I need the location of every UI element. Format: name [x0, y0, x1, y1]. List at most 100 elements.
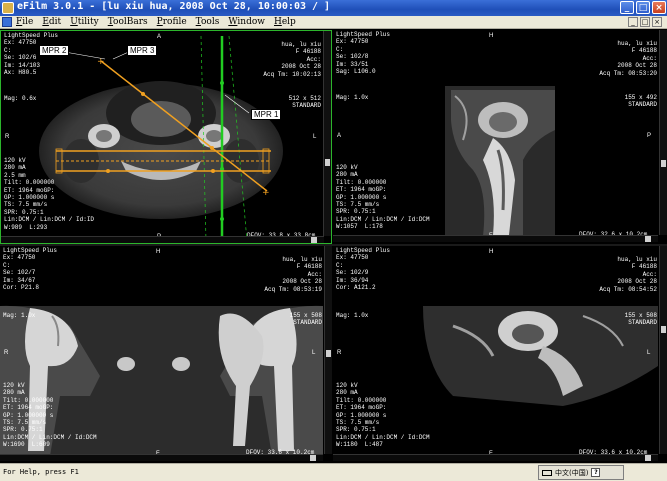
overlay-bottom-left-line: Lin:DCM / Lin:DCM / Id:ID	[4, 216, 95, 224]
overlay-bottom-left-line: Tilt: 0.000000	[3, 396, 54, 404]
menu-toolbars[interactable]: ToolBars	[108, 16, 148, 29]
document-icon[interactable]	[2, 17, 12, 27]
magnification: Mag: 0.6x	[4, 95, 37, 102]
overlay-mid-right-line: 155 x 492	[624, 94, 657, 101]
overlay-top-right-line: Acq Tm: 08:53:20	[599, 69, 657, 77]
overlay-top-left-line: LightSpeed Plus	[336, 31, 391, 38]
mpr1-label[interactable]: MPR 1	[251, 109, 282, 120]
viewport-axial[interactable]: + + MPR 2 MPR 3 MPR 1 LightSpeed Plus Ex:…	[0, 30, 332, 244]
overlay-bottom-left-line: Lin:DCM / Lin:DCM / Id:DCM	[3, 433, 97, 441]
overlay-bottom-left-line: 280 mA	[4, 164, 26, 172]
orient-right: L	[647, 350, 651, 356]
viewport-coronal-2[interactable]: LightSpeed Plus Ex: 47750 C: Se: 102/9 Im: 3…	[333, 246, 667, 463]
overlay-top-right: hua, lu xiu F 46188 Acc: 2008 Oct 28 Acq Tm:…	[263, 41, 321, 85]
orient-top: H	[489, 249, 494, 255]
help-icon[interactable]: ?	[591, 468, 601, 477]
menu-tools[interactable]: Tools	[196, 16, 220, 29]
overlay-bottom-left-line: TS: 7.5 mm/s	[3, 419, 47, 427]
overlay-bottom-left: 120 kV 280 mA Tilt: 0.000000 ET: 1964 moGP:…	[336, 164, 430, 231]
horizontal-scrollbar[interactable]	[0, 454, 323, 461]
mpr3-label[interactable]: MPR 3	[127, 45, 158, 56]
menu-edit[interactable]: Edit	[42, 16, 61, 29]
horizontal-scrollbar[interactable]	[333, 235, 658, 242]
overlay-bottom-left-line: 280 mA	[3, 389, 25, 397]
overlay-bottom-left-line: 2.5 mm	[4, 171, 26, 179]
svg-text:+: +	[262, 188, 270, 198]
menu-utility[interactable]: Utility	[70, 16, 99, 29]
overlay-mid-right-line: 155 x 508	[289, 312, 322, 319]
mdi-restore-button[interactable]: □	[640, 17, 650, 27]
overlay-top-left-line: Ex: 47750	[4, 39, 37, 47]
overlay-mid-right-line: STANDARD	[292, 102, 321, 110]
overlay-top-right-line	[264, 293, 322, 300]
overlay-top-right-line: Acc:	[642, 54, 657, 62]
overlay-bottom-left-line: Lin:DCM / Lin:DCM / Id:DCM	[336, 433, 430, 441]
overlay-top-right-line: 2008 Oct 28	[617, 278, 657, 286]
viewport-coronal-1[interactable]: LightSpeed Plus Ex: 47750 C: Se: 102/7 Im: 3…	[0, 246, 332, 463]
vertical-scrollbar[interactable]	[324, 246, 332, 454]
overlay-top-left-line: C:	[3, 261, 11, 269]
mdi-close-button[interactable]: ×	[652, 17, 662, 27]
overlay-bottom-left: 120 kV 280 mA Tilt: 0.000000 ET: 1964 moGP:…	[336, 382, 430, 449]
close-button[interactable]: ×	[652, 1, 666, 14]
overlay-bottom-left-line: ET: 1964 moGP:	[336, 186, 387, 194]
overlay-top-right-line	[263, 78, 321, 85]
ime-language-label: 中文(中国)	[555, 468, 589, 477]
vertical-scrollbar[interactable]	[659, 246, 667, 454]
minimize-button[interactable]: _	[620, 1, 634, 14]
menu-window[interactable]: Window	[228, 16, 265, 29]
menu-file[interactable]: File	[16, 16, 33, 29]
overlay-top-left-line: Ax: H80.5	[4, 69, 37, 77]
overlay-top-left: LightSpeed Plus Ex: 47750 C: Se: 102/9 Im: 3…	[336, 247, 390, 291]
vertical-scrollbar[interactable]	[323, 31, 331, 236]
overlay-bottom-left-line: W:1057 L:178	[336, 223, 383, 231]
language-bar[interactable]: 中文(中国) ?	[538, 465, 624, 480]
overlay-bottom-left-line: SPR: 0.75:1	[336, 208, 376, 216]
orient-left: A	[337, 133, 342, 139]
status-bar: For Help, press F1 中文(中国) ?	[0, 463, 667, 481]
overlay-mid-right-line: STANDARD	[628, 101, 657, 109]
menu-items: File Edit Utility ToolBars Profile Tools Windo…	[16, 16, 296, 29]
viewport-sagittal[interactable]: LightSpeed Plus Ex: 47750 C: Se: 102/8 Im: 3…	[333, 30, 667, 244]
orient-top: H	[156, 249, 161, 255]
overlay-top-right-line	[599, 77, 657, 84]
overlay-top-right-line: Acc:	[642, 270, 657, 278]
overlay-bottom-left-line: ET: 1964 moGP:	[336, 404, 387, 412]
overlay-top-left-line: C:	[4, 46, 12, 54]
overlay-bottom-left-line: Tilt: 0.000000	[4, 179, 55, 187]
orient-right: P	[647, 133, 652, 139]
overlay-bottom-left-line: 120 kV	[3, 382, 25, 389]
overlay-top-left-line: Im: 34/67	[3, 276, 36, 284]
overlay-bottom-left-line: ET: 1964 moGP:	[3, 404, 54, 412]
overlay-top-right-line: Acq Tm: 08:54:52	[599, 285, 657, 293]
overlay-mid-right-line: STANDARD	[628, 319, 657, 327]
overlay-top-right-line: hua, lu xiu	[617, 40, 657, 47]
maximize-button[interactable]: □	[636, 1, 650, 14]
overlay-top-right-line: hua, lu xiu	[281, 41, 321, 48]
overlay-top-left-line: Se: 102/7	[3, 269, 36, 277]
vertical-scrollbar[interactable]	[659, 30, 667, 235]
overlay-bottom-left-line: SPR: 0.75:1	[3, 426, 43, 434]
overlay-bottom-left-line: SPR: 0.75:1	[336, 426, 376, 434]
overlay-mid-right: 155 x 508 STANDARD	[625, 312, 657, 327]
overlay-top-left: LightSpeed Plus Ex: 47750 C: Se: 102/7 Im: 3…	[3, 247, 57, 291]
horizontal-scrollbar[interactable]	[1, 236, 324, 243]
overlay-top-right: hua, lu xiu F 46188 Acc: 2008 Oct 28 Acq Tm:…	[599, 40, 657, 84]
overlay-bottom-left-line: W:1690 L:609	[3, 441, 50, 449]
magnification: Mag: 1.0x	[336, 312, 369, 319]
overlay-bottom-left-line: TS: 7.5 mm/s	[4, 201, 48, 209]
overlay-top-right: hua, lu xiu F 46188 Acc: 2008 Oct 28 Acq Tm:…	[264, 256, 322, 300]
overlay-top-left-line: Cor: A121.2	[336, 284, 376, 292]
mdi-minimize-button[interactable]: _	[628, 17, 638, 27]
overlay-top-left-line: LightSpeed Plus	[3, 247, 58, 254]
horizontal-scrollbar[interactable]	[333, 454, 658, 461]
menu-help[interactable]: Help	[274, 16, 296, 29]
app-icon[interactable]	[2, 2, 14, 14]
orient-right: L	[312, 350, 316, 356]
overlay-top-left-line: Ex: 47750	[336, 254, 369, 262]
overlay-top-right-line	[599, 293, 657, 300]
overlay-bottom-left-line: W:1180 L:487	[336, 441, 383, 449]
overlay-top-right-line: Acc:	[307, 270, 322, 278]
menu-profile[interactable]: Profile	[157, 16, 187, 29]
orient-left: R	[337, 350, 342, 356]
